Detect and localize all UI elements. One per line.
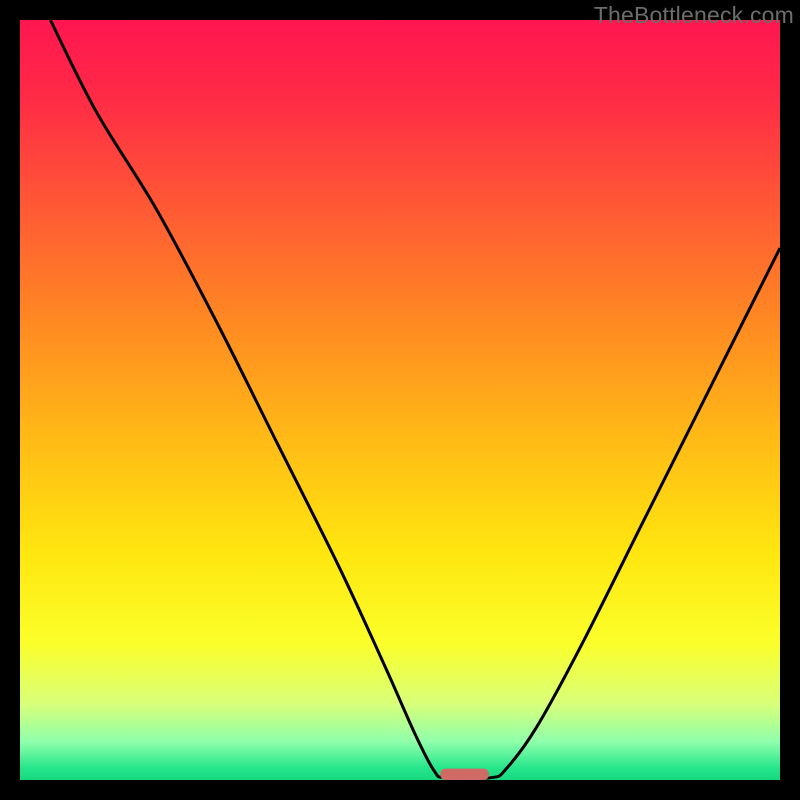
chart-svg	[20, 20, 780, 780]
gradient-background	[20, 20, 780, 780]
watermark-text: TheBottleneck.com	[594, 2, 794, 29]
optimal-marker	[440, 769, 489, 780]
chart-frame	[20, 20, 780, 780]
